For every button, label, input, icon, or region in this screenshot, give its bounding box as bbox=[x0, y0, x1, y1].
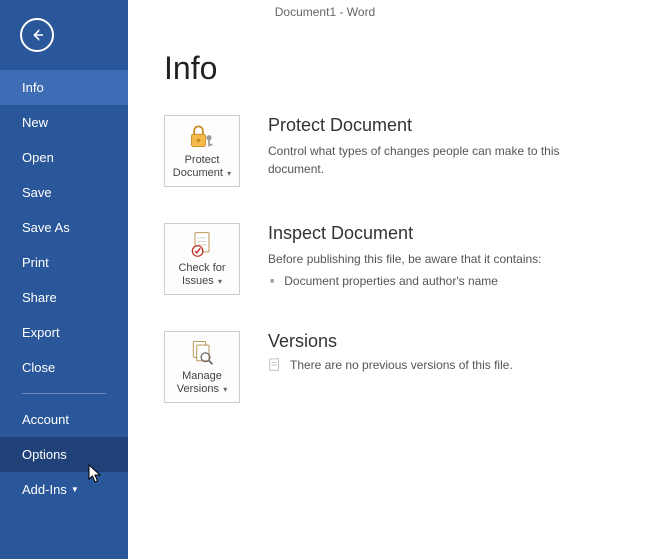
window-title: Document1 - Word bbox=[0, 0, 650, 24]
nav-item-addins[interactable]: Add-Ins▼ bbox=[0, 472, 128, 507]
nav-item-save[interactable]: Save bbox=[0, 175, 128, 210]
versions-none: There are no previous versions of this f… bbox=[268, 358, 614, 372]
back-arrow-icon bbox=[28, 26, 46, 44]
nav-main: Info New Open Save Save As Print Share E… bbox=[0, 70, 128, 385]
inspect-items: Document properties and author's name bbox=[268, 272, 614, 290]
nav-item-export[interactable]: Export bbox=[0, 315, 128, 350]
chevron-down-icon: ▾ bbox=[225, 169, 231, 178]
inspect-item: Document properties and author's name bbox=[268, 272, 614, 290]
section-inspect: Check for Issues ▾ Inspect Document Befo… bbox=[164, 223, 614, 295]
protect-title: Protect Document bbox=[268, 115, 614, 136]
chevron-down-icon: ▼ bbox=[71, 485, 79, 494]
page-title: Info bbox=[164, 50, 614, 87]
inspect-title: Inspect Document bbox=[268, 223, 614, 244]
nav-item-share[interactable]: Share bbox=[0, 280, 128, 315]
nav-separator bbox=[22, 393, 106, 394]
chevron-down-icon: ▾ bbox=[221, 385, 227, 394]
nav-item-new[interactable]: New bbox=[0, 105, 128, 140]
nav-item-options[interactable]: Options bbox=[0, 437, 128, 472]
check-issues-button[interactable]: Check for Issues ▾ bbox=[164, 223, 240, 295]
nav-footer: Account Options Add-Ins▼ bbox=[0, 402, 128, 507]
chevron-down-icon: ▾ bbox=[216, 277, 222, 286]
lock-key-icon bbox=[188, 122, 216, 150]
nav-item-account[interactable]: Account bbox=[0, 402, 128, 437]
nav-item-save-as[interactable]: Save As bbox=[0, 210, 128, 245]
section-protect: Protect Document ▾ Protect Document Cont… bbox=[164, 115, 614, 187]
inspect-desc: Before publishing this file, be aware th… bbox=[268, 250, 614, 268]
nav-item-print[interactable]: Print bbox=[0, 245, 128, 280]
nav-item-info[interactable]: Info bbox=[0, 70, 128, 105]
info-page: Info Protect Document ▾ Protect Document… bbox=[128, 0, 650, 559]
manage-versions-button[interactable]: Manage Versions ▾ bbox=[164, 331, 240, 403]
document-icon bbox=[268, 358, 282, 372]
protect-desc: Control what types of changes people can… bbox=[268, 142, 614, 178]
section-versions: Manage Versions ▾ Versions There are no … bbox=[164, 331, 614, 403]
nav-item-open[interactable]: Open bbox=[0, 140, 128, 175]
versions-title: Versions bbox=[268, 331, 614, 352]
backstage-sidebar: Info New Open Save Save As Print Share E… bbox=[0, 0, 128, 559]
documents-magnify-icon bbox=[188, 338, 216, 366]
document-check-icon bbox=[188, 230, 216, 258]
protect-document-button[interactable]: Protect Document ▾ bbox=[164, 115, 240, 187]
nav-item-close[interactable]: Close bbox=[0, 350, 128, 385]
